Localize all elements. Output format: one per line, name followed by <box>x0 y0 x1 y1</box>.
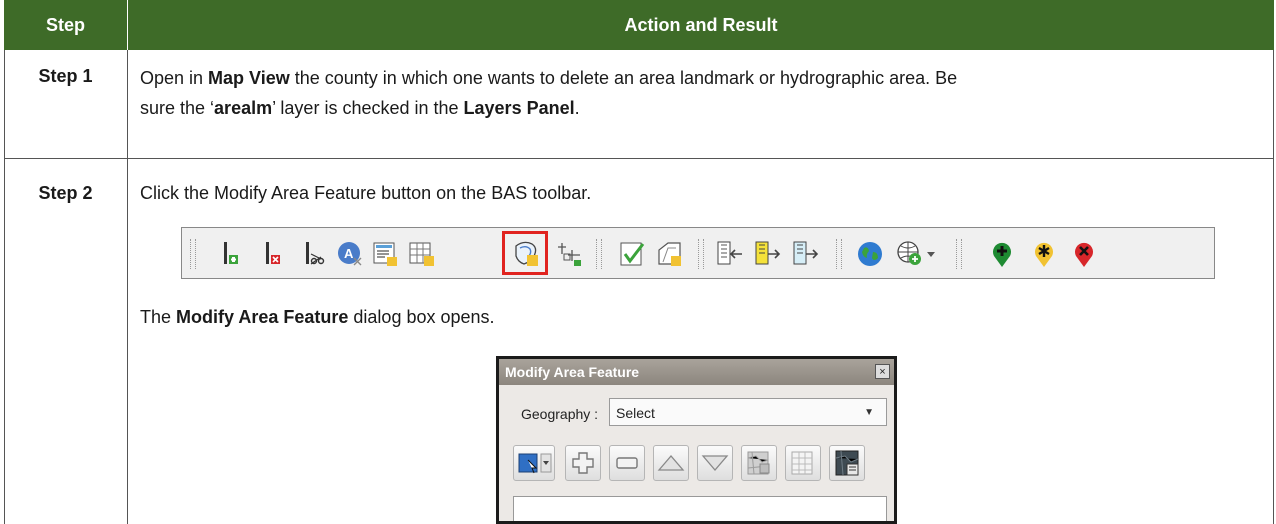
header-step: Step <box>45 15 85 35</box>
text: ’ layer is checked in the <box>272 98 464 118</box>
import-icon[interactable] <box>716 240 744 268</box>
map-dark-icon <box>835 450 859 476</box>
text: The <box>140 307 177 327</box>
step-2-result: The Modify Area Feature dialog box opens… <box>140 302 495 332</box>
feature-list[interactable] <box>513 496 887 521</box>
delete-point-icon[interactable] <box>1070 240 1098 268</box>
add-button[interactable] <box>565 445 601 481</box>
bold-text: Modify Area Feature <box>176 307 349 327</box>
globe-add-icon[interactable] <box>896 240 924 268</box>
add-linear-feature-icon[interactable] <box>218 240 246 268</box>
svg-text:A: A <box>344 246 354 261</box>
table-button[interactable] <box>785 445 821 481</box>
add-area-label-icon[interactable]: A <box>336 240 364 268</box>
chevron-down-icon: ▼ <box>864 407 874 418</box>
edit-attributes-icon[interactable] <box>372 240 400 268</box>
text: dialog box opens. <box>348 307 495 327</box>
step-2-instruction: Click the Modify Area Feature button on … <box>140 183 592 203</box>
bold-text: Map View <box>208 68 290 88</box>
highlight-box <box>502 231 548 275</box>
modify-area-feature-dialog: Modify Area Feature × Geography : Select… <box>496 356 897 524</box>
table-border-right <box>1273 50 1274 524</box>
toolbar-grip <box>698 239 704 269</box>
bold-text: arealm <box>214 98 273 118</box>
bold-text: Layers Panel <box>463 98 575 118</box>
up-icon <box>657 455 685 471</box>
text: sure the ‘ <box>140 98 215 118</box>
add-icon <box>572 452 594 474</box>
chevron-down-icon[interactable] <box>924 240 938 268</box>
text: . <box>574 98 580 118</box>
column-divider <box>127 50 128 524</box>
close-icon[interactable]: × <box>875 364 890 379</box>
add-point-icon[interactable] <box>988 240 1016 268</box>
bas-toolbar: A <box>181 227 1215 279</box>
toolbar-grip <box>596 239 602 269</box>
asterisk-point-icon[interactable] <box>1030 240 1058 268</box>
table-header: Step Action and Result <box>4 0 1274 50</box>
split-linear-feature-icon[interactable] <box>300 240 328 268</box>
toolbar-grip <box>956 239 962 269</box>
globe-icon[interactable] <box>856 240 884 268</box>
export-alt-icon[interactable] <box>792 240 820 268</box>
export-icon[interactable] <box>754 240 782 268</box>
move-up-button[interactable] <box>653 445 689 481</box>
select-tool-icon <box>518 453 552 474</box>
select-tool-button[interactable] <box>513 445 555 481</box>
step-1-text: Open in Map View the county in which one… <box>140 63 957 123</box>
map-dark-button[interactable] <box>829 445 865 481</box>
toolbar-grip <box>836 239 842 269</box>
text: Open in <box>140 68 209 88</box>
toolbar-grip <box>190 239 196 269</box>
boundary-tool-icon[interactable] <box>556 240 584 268</box>
text: the county in which one wants to delete … <box>289 68 958 88</box>
step-1-label: Step 1 <box>38 66 93 86</box>
delete-linear-feature-icon[interactable] <box>260 240 288 268</box>
row-divider <box>4 158 1274 159</box>
remove-button[interactable] <box>609 445 645 481</box>
table-edit-icon[interactable] <box>408 240 436 268</box>
table-icon <box>791 451 813 475</box>
map-button[interactable] <box>741 445 777 481</box>
dialog-title: Modify Area Feature <box>499 359 894 385</box>
down-icon <box>701 455 729 471</box>
remove-icon <box>616 457 638 469</box>
map-icon <box>747 451 770 475</box>
step-2-label: Step 2 <box>38 183 93 203</box>
geography-select[interactable]: Select ▼ <box>609 398 887 426</box>
move-down-button[interactable] <box>697 445 733 481</box>
check-icon[interactable] <box>618 240 646 268</box>
area-edit-icon[interactable] <box>656 240 684 268</box>
header-action-result: Action and Result <box>624 15 778 35</box>
geography-label: Geography : <box>521 406 599 422</box>
geography-value: Select <box>616 405 655 421</box>
table-border-left <box>4 50 5 524</box>
